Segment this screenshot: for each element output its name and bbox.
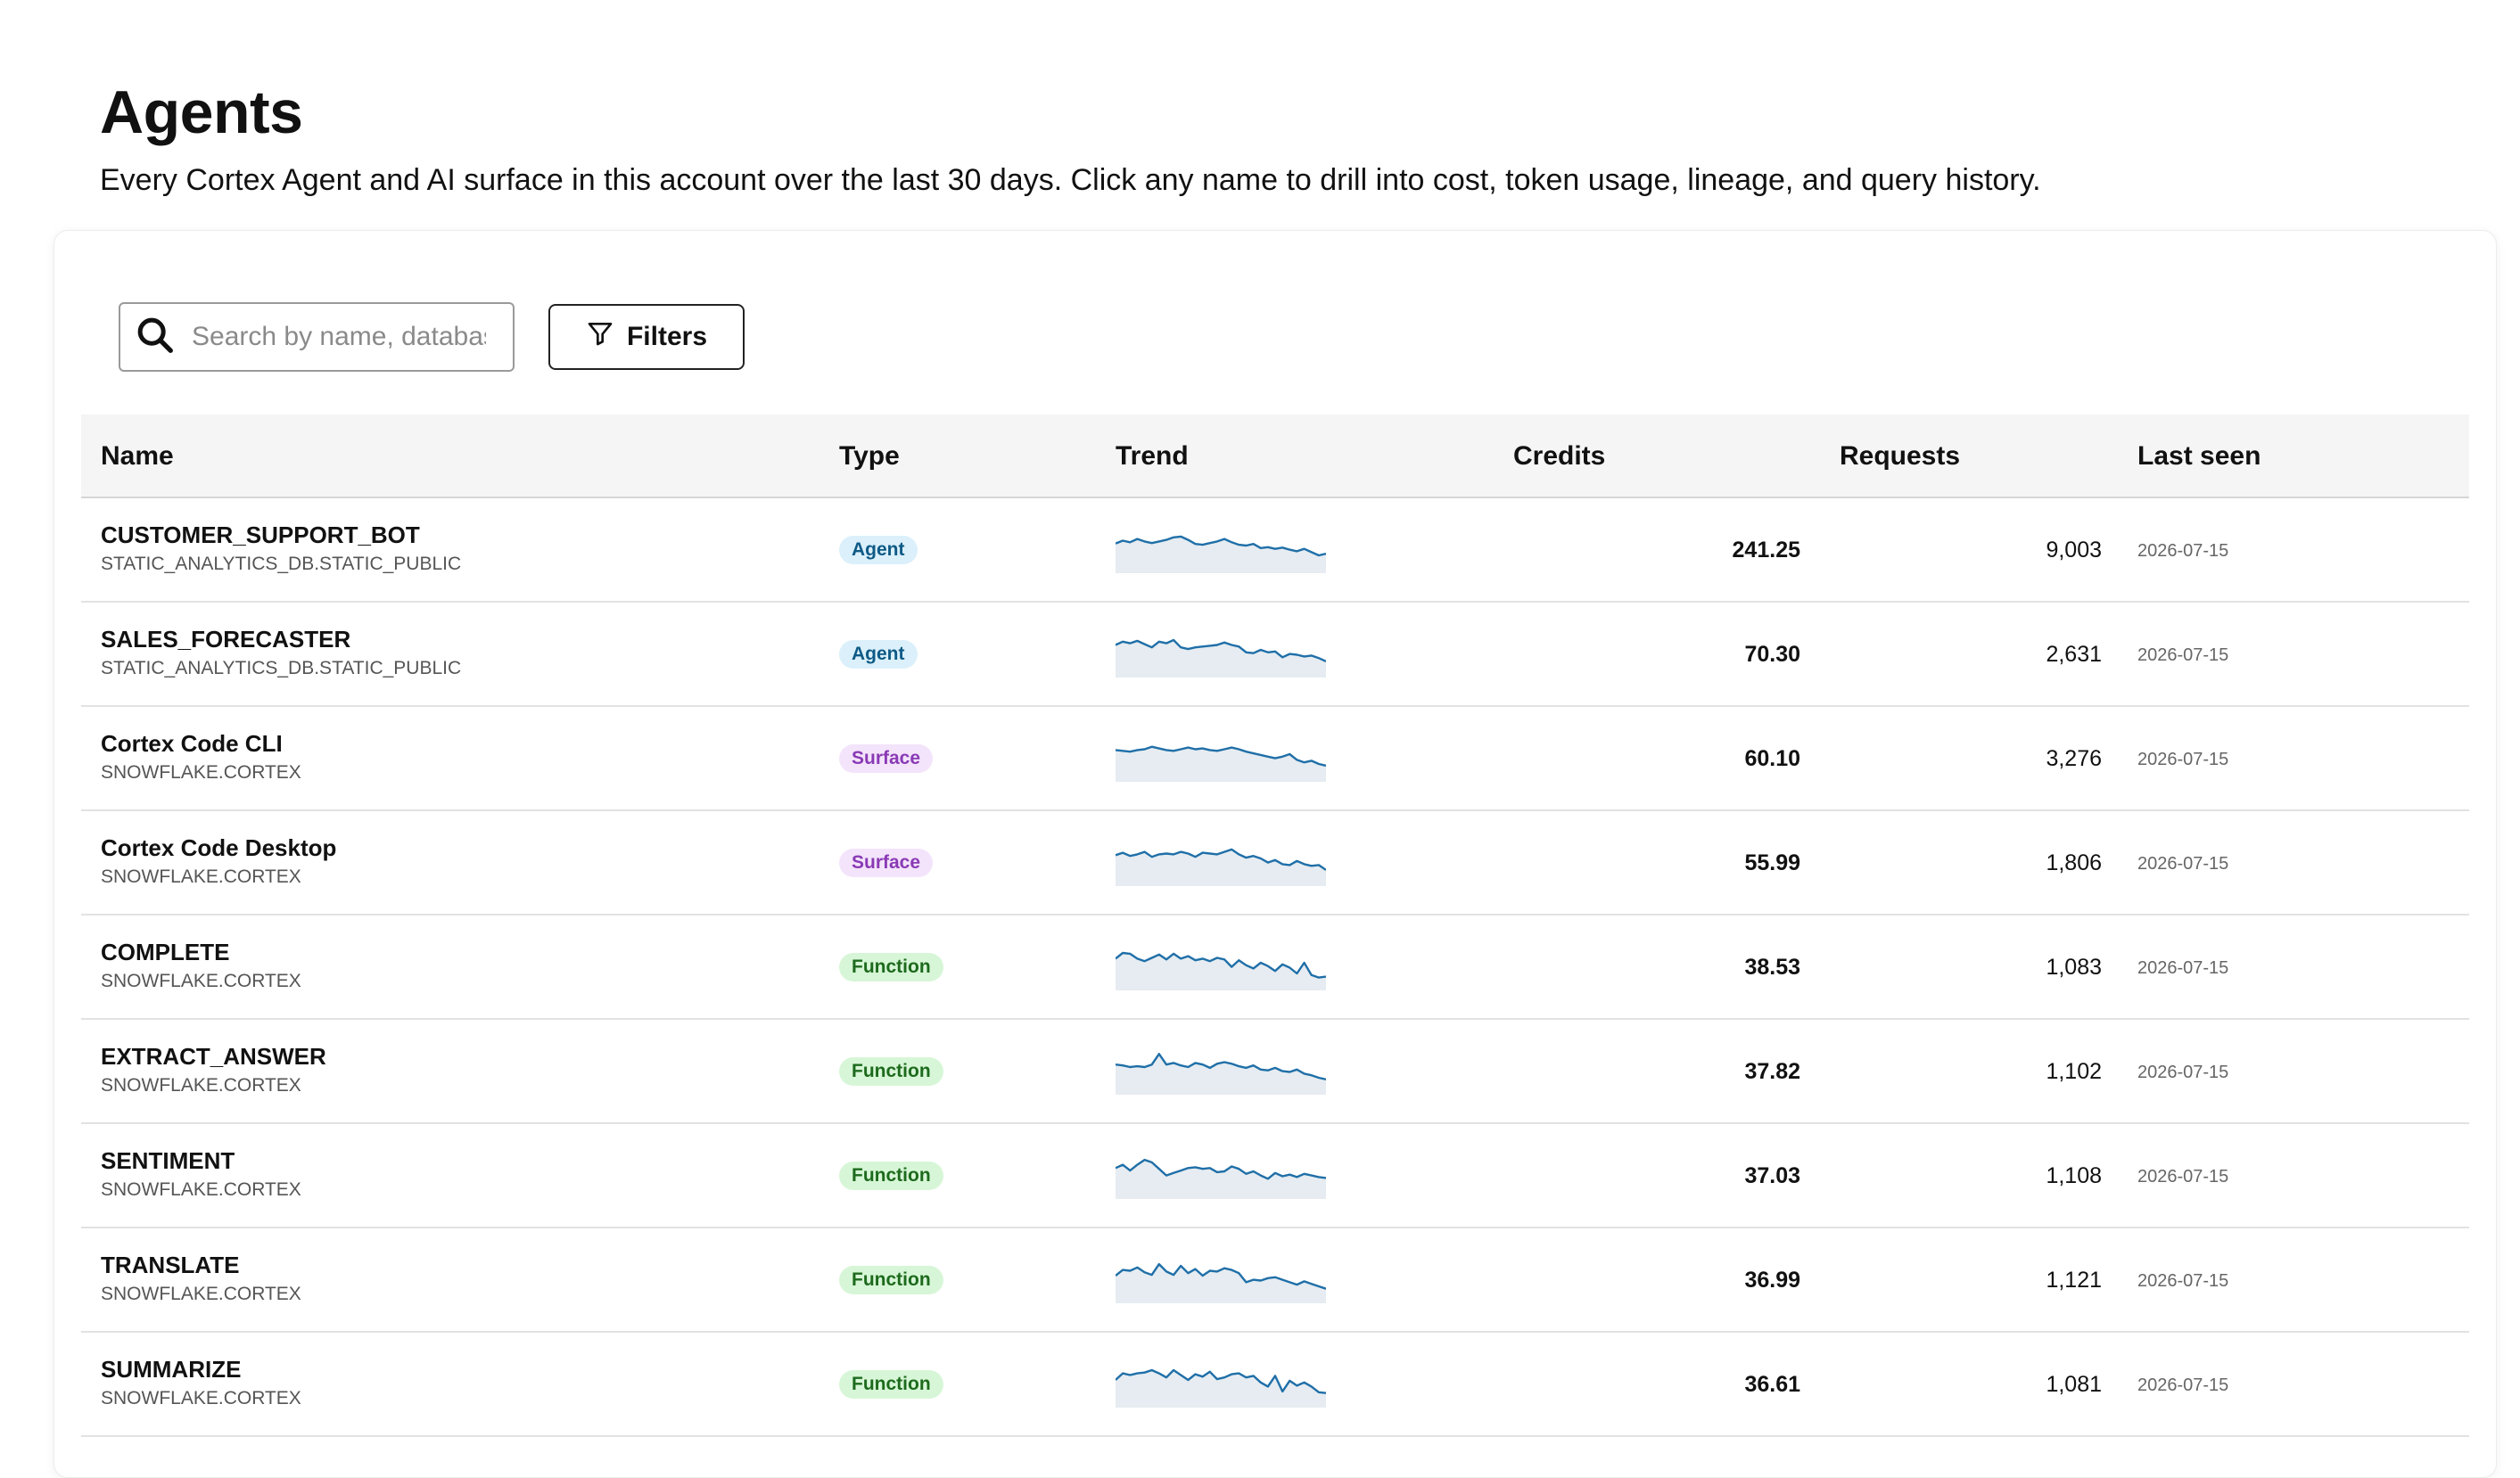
table-row[interactable]: Cortex Code CLI SNOWFLAKE.CORTEX Surface 60… xyxy=(81,707,2469,811)
table-row[interactable]: COMPLETE SNOWFLAKE.CORTEX Function 38.53 1,0… xyxy=(81,916,2469,1020)
column-header-last-seen[interactable]: Last seen xyxy=(2137,415,2261,498)
column-header-name[interactable]: Name xyxy=(101,415,174,498)
search-box[interactable] xyxy=(119,302,515,372)
trend-sparkline xyxy=(1116,848,1326,886)
last-seen-value: 2026-07-15 xyxy=(2137,854,2229,874)
credits-value: 38.53 xyxy=(1744,955,1800,980)
column-header-requests[interactable]: Requests xyxy=(1840,415,1960,498)
page-title: Agents xyxy=(100,78,303,146)
trend-sparkline xyxy=(1116,951,1326,990)
search-icon xyxy=(135,315,176,360)
row-location: SNOWFLAKE.CORTEX xyxy=(101,971,301,991)
trend-area xyxy=(1116,1370,1326,1408)
last-seen-value: 2026-07-15 xyxy=(2137,1063,2229,1082)
credits-value: 37.82 xyxy=(1744,1059,1800,1084)
trend-area xyxy=(1116,1160,1326,1199)
last-seen-value: 2026-07-15 xyxy=(2137,1271,2229,1291)
last-seen-value: 2026-07-15 xyxy=(2137,541,2229,561)
row-location: STATIC_ANALYTICS_DB.STATIC_PUBLIC xyxy=(101,658,462,678)
credits-value: 241.25 xyxy=(1732,538,1800,562)
row-name-link[interactable]: EXTRACT_ANSWER xyxy=(101,1043,326,1071)
filters-label: Filters xyxy=(626,322,708,351)
requests-value: 3,276 xyxy=(2046,746,2102,771)
type-badge: Surface xyxy=(839,744,934,773)
type-badge: Function xyxy=(839,1266,943,1294)
last-seen-value: 2026-07-15 xyxy=(2137,958,2229,978)
row-location: STATIC_ANALYTICS_DB.STATIC_PUBLIC xyxy=(101,554,462,574)
trend-sparkline xyxy=(1116,1158,1326,1199)
column-header-credits[interactable]: Credits xyxy=(1513,415,1605,498)
trend-sparkline xyxy=(1116,1368,1326,1408)
column-header-trend: Trend xyxy=(1116,441,1189,471)
type-badge: Function xyxy=(839,1057,943,1086)
trend-sparkline xyxy=(1116,745,1326,782)
type-badge: Function xyxy=(839,953,943,981)
type-badge: Function xyxy=(839,1162,943,1190)
table-body: CUSTOMER_SUPPORT_BOT STATIC_ANALYTICS_DB.… xyxy=(81,498,2469,1437)
type-badge: Function xyxy=(839,1370,943,1399)
filters-button[interactable]: Filters xyxy=(548,304,745,370)
type-badge: Agent xyxy=(839,536,918,564)
credits-value: 37.03 xyxy=(1744,1163,1800,1188)
credits-value: 60.10 xyxy=(1744,746,1800,771)
type-badge: Surface xyxy=(839,849,934,877)
row-location: SNOWFLAKE.CORTEX xyxy=(101,1284,301,1304)
trend-sparkline xyxy=(1116,1053,1326,1095)
last-seen-value: 2026-07-15 xyxy=(2137,645,2229,665)
toolbar: Filters xyxy=(119,302,745,372)
requests-value: 1,121 xyxy=(2046,1268,2102,1293)
credits-value: 55.99 xyxy=(1744,850,1800,875)
row-name-link[interactable]: COMPLETE xyxy=(101,939,229,966)
last-seen-value: 2026-07-15 xyxy=(2137,750,2229,769)
type-badge: Agent xyxy=(839,640,918,669)
row-location: SNOWFLAKE.CORTEX xyxy=(101,1179,301,1200)
trend-area xyxy=(1116,1054,1326,1095)
search-input[interactable] xyxy=(192,322,486,352)
row-name-link[interactable]: TRANSLATE xyxy=(101,1252,240,1279)
page-subtitle: Every Cortex Agent and AI surface in thi… xyxy=(100,163,2041,197)
column-header-type[interactable]: Type xyxy=(839,415,900,498)
credits-value: 70.30 xyxy=(1744,642,1800,667)
trend-sparkline xyxy=(1116,638,1326,677)
agents-table: Name Type Trend Credits Requests Last se… xyxy=(81,415,2469,1437)
page-header: Agents Every Cortex Agent and AI surface… xyxy=(100,75,2041,201)
requests-value: 2,631 xyxy=(2046,642,2102,667)
table-row[interactable]: Cortex Code Desktop SNOWFLAKE.CORTEX Surfa… xyxy=(81,811,2469,916)
credits-value: 36.61 xyxy=(1744,1372,1800,1397)
row-name-link[interactable]: SALES_FORECASTER xyxy=(101,626,350,653)
table-row[interactable]: SALES_FORECASTER STATIC_ANALYTICS_DB.STAT… xyxy=(81,603,2469,707)
requests-value: 9,003 xyxy=(2046,538,2102,562)
requests-value: 1,081 xyxy=(2046,1372,2102,1397)
table-row[interactable]: CUSTOMER_SUPPORT_BOT STATIC_ANALYTICS_DB.… xyxy=(81,498,2469,603)
requests-value: 1,108 xyxy=(2046,1163,2102,1188)
table-row[interactable]: SENTIMENT SNOWFLAKE.CORTEX Function 37.03 1,… xyxy=(81,1124,2469,1228)
trend-sparkline xyxy=(1116,535,1326,573)
trend-area xyxy=(1116,746,1326,782)
row-name-link[interactable]: Cortex Code CLI xyxy=(101,730,283,758)
row-location: SNOWFLAKE.CORTEX xyxy=(101,1388,301,1408)
table-header: Name Type Trend Credits Requests Last se… xyxy=(81,415,2469,498)
requests-value: 1,083 xyxy=(2046,955,2102,980)
requests-value: 1,806 xyxy=(2046,850,2102,875)
row-name-link[interactable]: SUMMARIZE xyxy=(101,1356,241,1384)
agents-card: Filters Name Type Trend Credits Requests… xyxy=(54,230,2497,1478)
row-location: SNOWFLAKE.CORTEX xyxy=(101,1075,301,1096)
table-row[interactable]: TRANSLATE SNOWFLAKE.CORTEX Function 36.99 1,… xyxy=(81,1228,2469,1333)
row-name-link[interactable]: SENTIMENT xyxy=(101,1147,235,1175)
last-seen-value: 2026-07-15 xyxy=(2137,1167,2229,1187)
row-name-link[interactable]: CUSTOMER_SUPPORT_BOT xyxy=(101,521,420,549)
trend-area xyxy=(1116,849,1326,886)
table-row[interactable]: EXTRACT_ANSWER SNOWFLAKE.CORTEX Function 37… xyxy=(81,1020,2469,1124)
row-name-link[interactable]: Cortex Code Desktop xyxy=(101,834,336,862)
trend-sparkline xyxy=(1116,1262,1326,1303)
row-location: SNOWFLAKE.CORTEX xyxy=(101,866,301,887)
row-location: SNOWFLAKE.CORTEX xyxy=(101,762,301,783)
credits-value: 36.99 xyxy=(1744,1268,1800,1293)
requests-value: 1,102 xyxy=(2046,1059,2102,1084)
filter-icon xyxy=(586,319,614,355)
last-seen-value: 2026-07-15 xyxy=(2137,1375,2229,1395)
table-row[interactable]: SUMMARIZE SNOWFLAKE.CORTEX Function 36.61 1,… xyxy=(81,1333,2469,1437)
